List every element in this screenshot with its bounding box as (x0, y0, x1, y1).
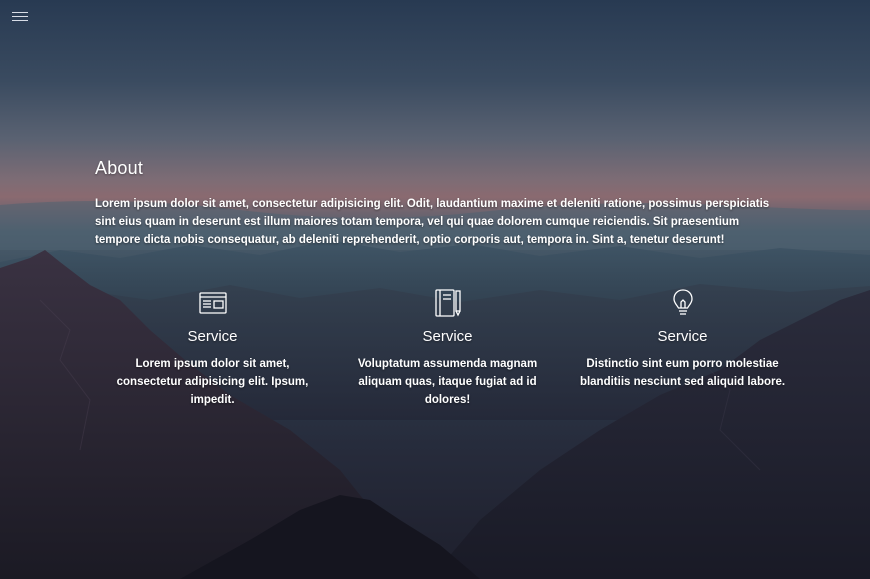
page: About Lorem ipsum dolor sit amet, consec… (0, 0, 870, 579)
service-card: Service Distinctio sint eum porro molest… (565, 288, 800, 409)
service-text: Distinctio sint eum porro molestiae blan… (579, 358, 786, 388)
hamburger-line (12, 16, 28, 17)
about-section: About Lorem ipsum dolor sit amet, consec… (95, 158, 785, 249)
about-title: About (95, 158, 144, 178)
notebook-pencil-icon (434, 289, 461, 317)
services-row: Service Lorem ipsum dolor sit amet, cons… (95, 288, 800, 409)
menu-toggle-button[interactable] (12, 12, 30, 26)
service-title: Service (422, 328, 473, 345)
service-text: Lorem ipsum dolor sit amet, consectetur … (116, 358, 309, 406)
lightbulb-icon (672, 289, 693, 315)
service-card: Service Lorem ipsum dolor sit amet, cons… (95, 288, 330, 409)
service-title: Service (657, 328, 708, 345)
service-card: Service Voluptatum assumenda magnam aliq… (330, 288, 565, 409)
hamburger-line (12, 20, 28, 21)
browser-window-icon (198, 292, 227, 314)
service-title: Service (187, 328, 238, 345)
service-text: Voluptatum assumenda magnam aliquam quas… (357, 358, 538, 406)
hamburger-line (12, 12, 28, 13)
about-text: Lorem ipsum dolor sit amet, consectetur … (95, 198, 770, 246)
